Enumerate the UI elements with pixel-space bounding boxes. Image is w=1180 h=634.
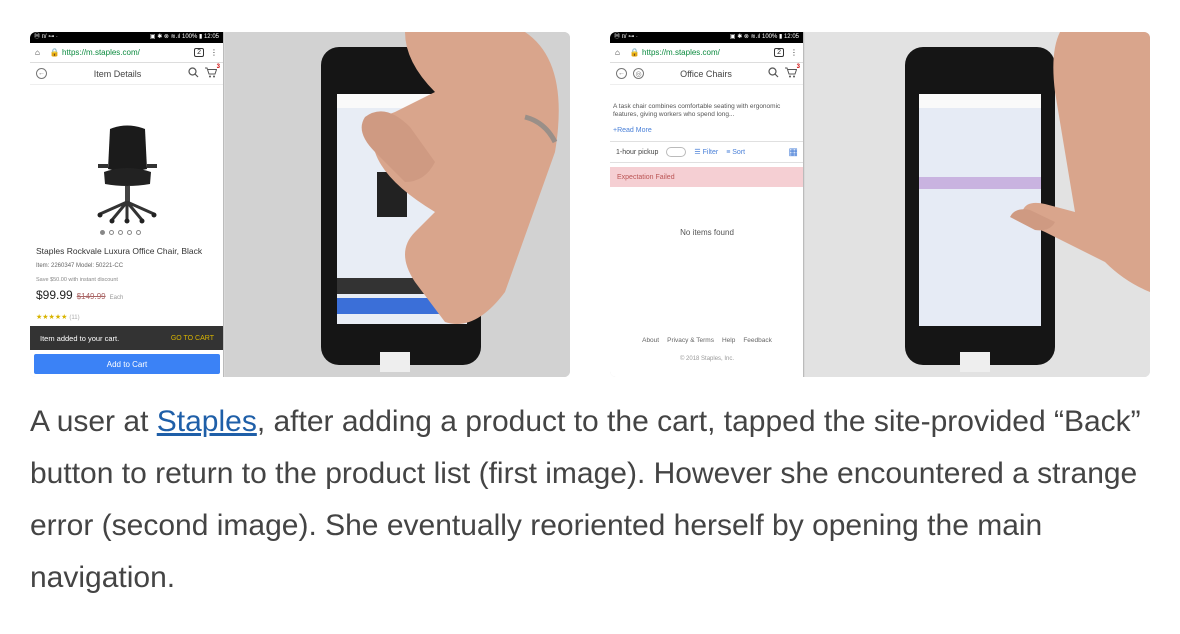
tab-count[interactable]: 2 xyxy=(194,48,204,57)
home-icon[interactable]: ⌂ xyxy=(615,48,620,57)
filter-button[interactable]: ☰ Filter xyxy=(694,148,718,156)
search-icon[interactable] xyxy=(768,67,779,80)
go-to-cart-link[interactable]: GO TO CART xyxy=(171,335,214,342)
phone-photo-2 xyxy=(805,32,1150,377)
grid-icon[interactable]: ▦ xyxy=(789,147,798,158)
error-banner: Expectation Failed xyxy=(610,167,803,187)
pickup-toggle[interactable] xyxy=(666,147,687,157)
caption-start: A user at xyxy=(30,405,157,438)
filter-row: 1-hour pickup ☰ Filter ≡ Sort ▦ xyxy=(610,141,803,163)
tab-count[interactable]: 2 xyxy=(774,48,784,57)
menu-circle-icon[interactable]: ◎ xyxy=(633,68,644,79)
cart-badge: 3 xyxy=(216,64,220,70)
product-savings: Save $50.00 with instant discount xyxy=(36,277,118,283)
screenshot-office-chairs: Ⓜ ᴨ/ ⊶ · ▣ ✱ ⊗ ≋.ıl 100% ▮ 12:05 ⌂ 🔒 htt… xyxy=(610,32,804,377)
copyright: © 2018 Staples, Inc. xyxy=(679,356,735,362)
cart-toast: Item added to your cart. GO TO CART xyxy=(30,326,223,350)
lock-icon: 🔒 xyxy=(49,48,60,57)
status-right: ▣ ✱ ⊗ ≋.ıl 100% ▮ 12:05 xyxy=(149,34,219,40)
back-icon[interactable]: ← xyxy=(36,68,47,79)
screenshot-item-details: Ⓜ ᴨ/ ⊶ · ▣ ✱ ⊗ ≋.ıl 100% ▮ 12:05 ⌂ 🔒 htt… xyxy=(30,32,224,377)
page-title: Item Details xyxy=(93,68,142,79)
review-count: (11) xyxy=(69,315,80,321)
office-chair-image xyxy=(97,125,157,224)
url-field[interactable]: 🔒 https://m.staples.com/ xyxy=(626,46,768,59)
status-left: Ⓜ ᴨ/ ⊶ · xyxy=(614,34,638,40)
status-bar: Ⓜ ᴨ/ ⊶ · ▣ ✱ ⊗ ≋.ıl 100% ▮ 12:05 xyxy=(30,32,223,43)
was-price: $149.99 xyxy=(76,292,106,301)
footer-link-feedback[interactable]: Feedback xyxy=(743,337,772,344)
url-field[interactable]: 🔒 https://m.staples.com/ xyxy=(46,46,188,59)
browser-bar: ⌂ 🔒 https://m.staples.com/ 2 ⋮ xyxy=(30,43,223,63)
figure-office-chairs-error: Ⓜ ᴨ/ ⊶ · ▣ ✱ ⊗ ≋.ıl 100% ▮ 12:05 ⌂ 🔒 htt… xyxy=(610,32,1150,377)
product-name: Staples Rockvale Luxura Office Chair, Bl… xyxy=(36,246,203,256)
footer-link-about[interactable]: About xyxy=(642,337,659,344)
no-items-message: No items found xyxy=(680,228,734,237)
status-bar: Ⓜ ᴨ/ ⊶ · ▣ ✱ ⊗ ≋.ıl 100% ▮ 12:05 xyxy=(610,32,803,43)
cart-icon[interactable] xyxy=(785,67,798,80)
pickup-label: 1-hour pickup xyxy=(616,148,659,156)
read-more-link[interactable]: +Read More xyxy=(613,127,652,134)
image-carousel-dots[interactable] xyxy=(100,230,141,235)
cart-icon[interactable] xyxy=(205,67,218,80)
menu-icon[interactable]: ⋮ xyxy=(210,48,218,57)
page-header: ← ◎ Office Chairs 3 xyxy=(610,63,803,85)
product-meta: Item: 2260347 Model: 50221-CC xyxy=(36,263,124,269)
staples-link[interactable]: Staples xyxy=(157,405,257,438)
footer-links: About Privacy & Terms Help Feedback xyxy=(610,337,803,344)
sort-icon: ≡ xyxy=(726,148,731,156)
rating-stars: ★★★★★ xyxy=(36,314,68,321)
sort-button[interactable]: ≡ Sort xyxy=(726,149,745,156)
status-right: ▣ ✱ ⊗ ≋.ıl 100% ▮ 12:05 xyxy=(729,34,799,40)
page-header: ← Item Details 3 xyxy=(30,63,223,85)
price-unit: Each xyxy=(109,295,124,301)
caption: A user at Staples, after adding a produc… xyxy=(30,396,1150,604)
footer-link-help[interactable]: Help xyxy=(722,337,735,344)
phone-photo-1 xyxy=(225,32,570,377)
status-left: Ⓜ ᴨ/ ⊶ · xyxy=(34,34,58,40)
home-icon[interactable]: ⌂ xyxy=(35,48,40,57)
cart-badge: 3 xyxy=(796,64,800,70)
toast-message: Item added to your cart. xyxy=(40,333,120,343)
page-title: Office Chairs xyxy=(680,68,732,79)
rating[interactable]: ★★★★★ (11) xyxy=(36,313,80,321)
add-to-cart-button[interactable]: Add to Cart xyxy=(34,354,220,374)
back-icon[interactable]: ← xyxy=(616,68,627,79)
figure-item-details: Ⓜ ᴨ/ ⊶ · ▣ ✱ ⊗ ≋.ıl 100% ▮ 12:05 ⌂ 🔒 htt… xyxy=(30,32,570,377)
browser-bar: ⌂ 🔒 https://m.staples.com/ 2 ⋮ xyxy=(610,43,803,63)
lock-icon: 🔒 xyxy=(629,48,640,57)
category-description: A task chair combines comfortable seatin… xyxy=(613,103,781,118)
filter-icon: ☰ xyxy=(694,149,701,156)
price: $99.99 xyxy=(36,288,73,302)
footer-link-privacy[interactable]: Privacy & Terms xyxy=(667,337,714,344)
price-block: $99.99 $149.99 Each xyxy=(36,288,123,302)
search-icon[interactable] xyxy=(188,67,199,80)
menu-icon[interactable]: ⋮ xyxy=(790,48,798,57)
